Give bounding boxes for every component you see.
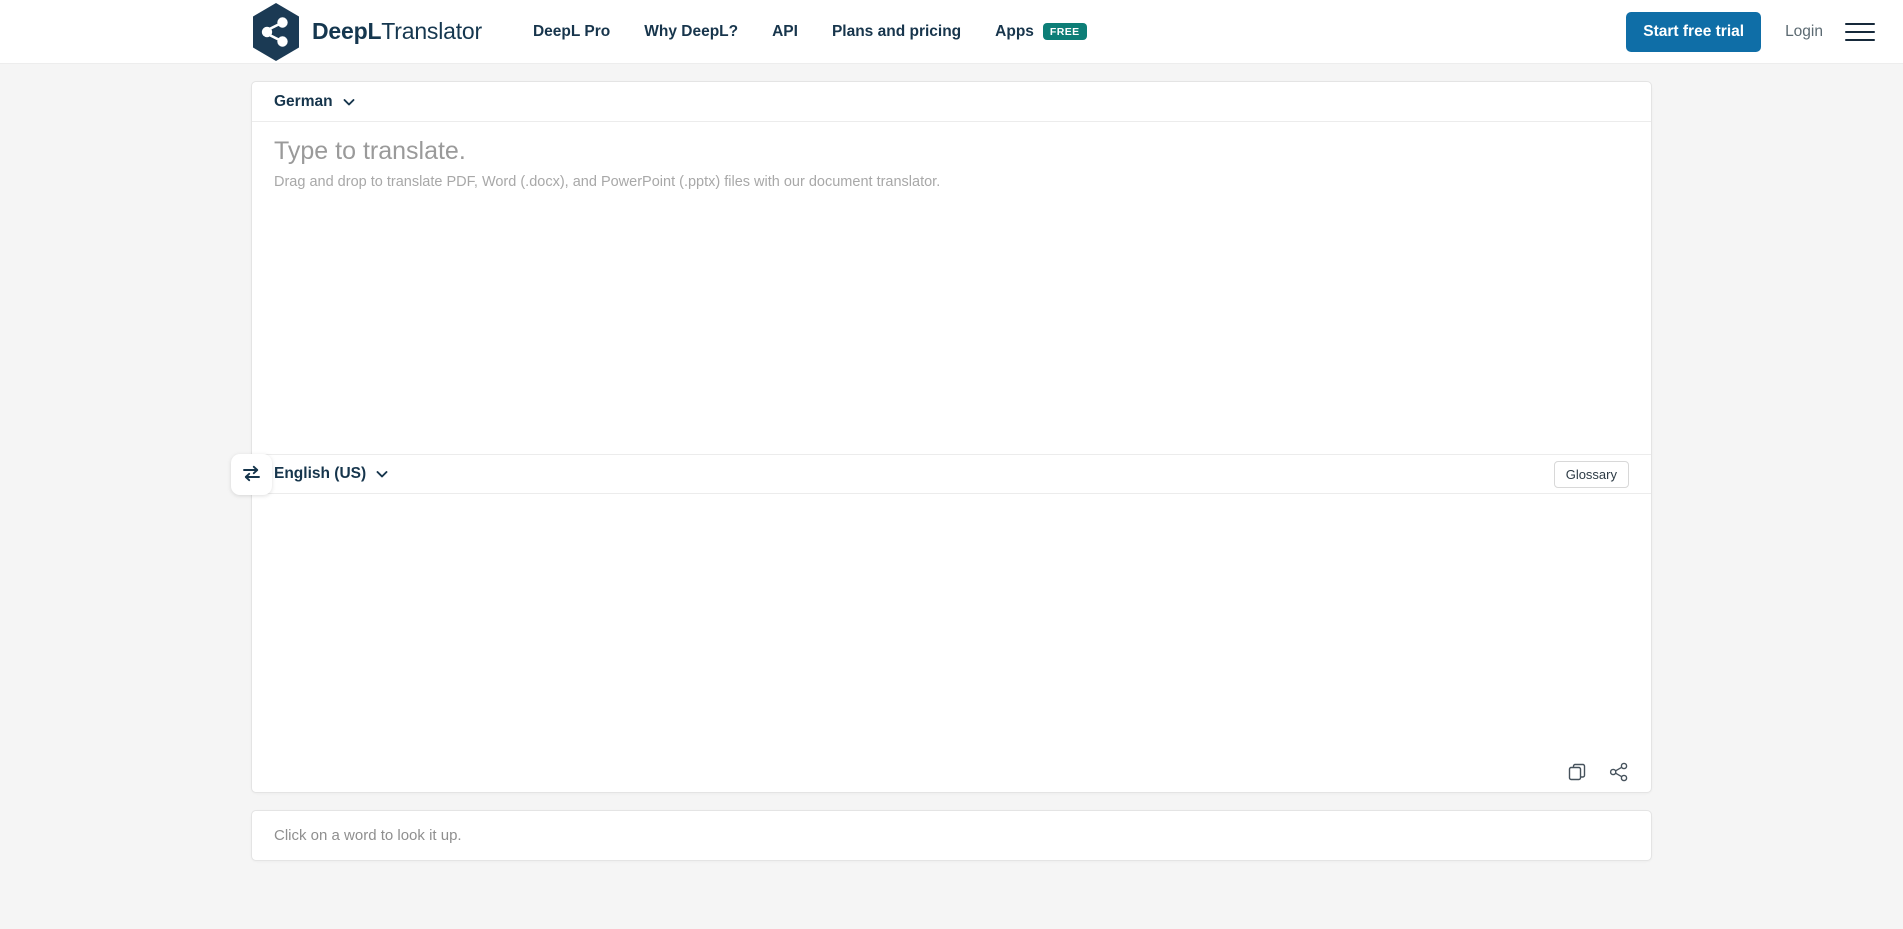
site-header: DeepLTranslator DeepL Pro Why DeepL? API… — [0, 0, 1903, 64]
brand-title: DeepLTranslator — [312, 18, 482, 45]
dictionary-lookup-bar[interactable]: Click on a word to look it up. — [251, 810, 1652, 861]
target-action-bar — [1567, 762, 1629, 782]
share-icon[interactable] — [1609, 762, 1629, 782]
start-free-trial-button[interactable]: Start free trial — [1626, 12, 1762, 52]
source-language-selector[interactable]: German — [274, 93, 356, 111]
hamburger-line — [1845, 31, 1875, 33]
brand-logo-link[interactable]: DeepLTranslator — [250, 2, 482, 62]
brand-title-light: Translator — [381, 18, 482, 44]
nav-label: API — [772, 22, 798, 40]
target-text-output[interactable] — [252, 494, 1651, 792]
translator-card: German Type to translate. Drag and drop … — [231, 81, 1652, 793]
glossary-button[interactable]: Glossary — [1553, 460, 1629, 488]
source-placeholder-main: Type to translate. — [274, 137, 466, 165]
hamburger-line — [1845, 39, 1875, 41]
nav-label: Apps — [995, 22, 1034, 40]
apps-free-badge: FREE — [1042, 22, 1087, 41]
deepl-share-hexagon-logo-icon — [250, 2, 302, 62]
chevron-down-icon — [342, 95, 356, 109]
nav-label: Plans and pricing — [831, 22, 962, 40]
nav-item-api[interactable]: API — [755, 23, 815, 41]
source-text-input[interactable]: Type to translate. Drag and drop to tran… — [252, 122, 1651, 454]
nav-item-why-deepl[interactable]: Why DeepL? — [627, 23, 755, 41]
source-language-bar: German — [252, 82, 1651, 122]
target-language-label: English (US) — [274, 465, 367, 482]
brand-title-bold: DeepL — [312, 18, 382, 44]
main-content: German Type to translate. Drag and drop … — [0, 64, 1903, 861]
nav-item-plans-and-pricing[interactable]: Plans and pricing — [815, 23, 978, 41]
copy-icon[interactable] — [1567, 762, 1587, 782]
nav-item-deepl-pro[interactable]: DeepL Pro — [516, 23, 627, 41]
nav-item-apps[interactable]: Apps FREE — [978, 23, 1103, 41]
nav-label: DeepL Pro — [532, 22, 611, 40]
swap-languages-icon — [241, 463, 262, 487]
swap-languages-button[interactable] — [231, 454, 272, 495]
hamburger-menu-icon[interactable] — [1845, 21, 1875, 43]
target-language-bar: English (US) Glossary — [252, 454, 1651, 494]
chevron-down-icon — [375, 467, 389, 481]
header-actions: Start free trial Login — [1626, 0, 1875, 64]
source-language-label: German — [274, 92, 333, 110]
hamburger-line — [1845, 23, 1875, 25]
main-navigation: DeepL Pro Why DeepL? API Plans and prici… — [516, 23, 1104, 41]
target-language-selector[interactable]: English (US) — [274, 465, 389, 483]
login-link[interactable]: Login — [1761, 23, 1845, 41]
dictionary-hint-text: Click on a word to look it up. — [274, 827, 462, 844]
nav-label: Why DeepL? — [644, 22, 739, 40]
source-placeholder-sub: Drag and drop to translate PDF, Word (.d… — [274, 174, 941, 190]
